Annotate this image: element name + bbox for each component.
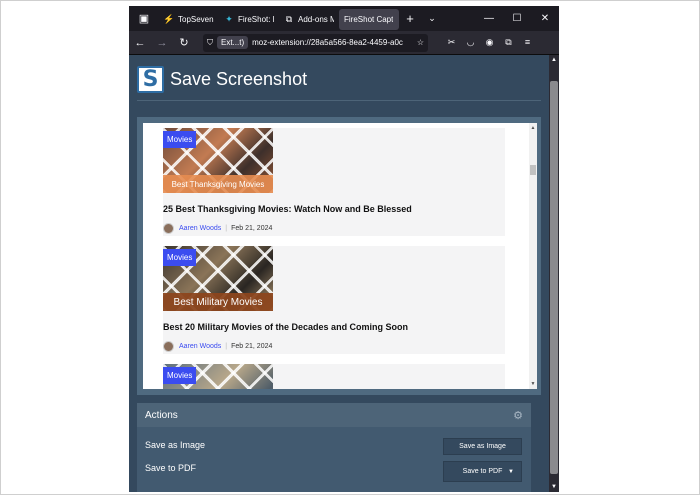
scroll-up-icon[interactable]: ▲ — [549, 57, 559, 63]
dropdown-caret-icon[interactable]: ▼ — [508, 469, 514, 475]
preview-scroll-thumb[interactable] — [530, 165, 536, 175]
tab-addons-manager[interactable]: ⧉ Add-ons M — [279, 9, 339, 30]
article-thumbnail: Movies — [163, 364, 273, 389]
screenshot-preview-panel: Movies Best Thanksgiving Movies 25 Best … — [137, 117, 541, 395]
new-tab-icon[interactable]: + — [399, 11, 421, 26]
toolbar-actions: ✂ ◡ ◉ ⧉ ≡ — [442, 37, 537, 48]
article-headline: Best 20 Military Movies of the Decades a… — [163, 322, 409, 332]
tab-label: FireShot Capt — [344, 15, 394, 24]
article-headline: 25 Best Thanksgiving Movies: Watch Now a… — [163, 204, 412, 214]
tab-fireshot-capture[interactable]: FireShot Capt — [339, 9, 399, 30]
article-date: Feb 21, 2024 — [231, 225, 273, 232]
save-to-pdf-button[interactable]: Save to PDF ▼ — [443, 461, 522, 482]
menu-icon[interactable]: ≡ — [518, 37, 537, 48]
tab-topsevenreviews[interactable]: ⚡ TopSevenRe — [159, 9, 219, 30]
save-to-pdf-label: Save to PDF — [462, 468, 503, 475]
bookmark-star-icon[interactable]: ☆ — [417, 38, 424, 47]
thumbnail-banner: Best Thanksgiving Movies — [163, 175, 273, 193]
browser-window: ▣ ⚡ TopSevenRe ✦ FireShot: Fu ⧉ Add-ons … — [129, 6, 559, 492]
category-badge: Movies — [163, 249, 197, 266]
shield-icon[interactable]: ⛉ — [207, 38, 213, 48]
minimize-icon[interactable]: — — [475, 13, 503, 24]
fireshot-favicon-icon: ✦ — [225, 14, 233, 24]
reload-icon[interactable]: ↻ — [173, 36, 195, 49]
article-card: Movies Best Thanksgiving Movies 25 Best … — [163, 128, 505, 236]
action-label: Save to PDF — [145, 463, 197, 473]
page-scroll-thumb[interactable] — [550, 81, 558, 474]
article-meta: Aaren Woods | Feb 21, 2024 — [163, 223, 272, 234]
article-card: Movies Best Military Movies Best 20 Mili… — [163, 246, 505, 354]
url-text[interactable]: moz-extension://28a5a566-8ea2-4459-a0c — [252, 38, 413, 47]
avatar — [163, 223, 174, 234]
chevron-down-icon[interactable]: ⌄ — [421, 13, 443, 24]
extension-page: S Save Screenshot Movies Best Thanksgivi… — [129, 55, 549, 492]
article-date: Feb 21, 2024 — [231, 343, 273, 350]
author-link: Aaren Woods — [179, 225, 222, 232]
page-scrollbar[interactable]: ▲ ▼ — [549, 55, 559, 492]
screenshot-preview[interactable]: Movies Best Thanksgiving Movies 25 Best … — [143, 123, 529, 389]
preview-scrollbar[interactable]: ▲ ▼ — [529, 123, 537, 389]
account-icon[interactable]: ◉ — [480, 37, 499, 48]
back-arrow-icon[interactable]: ← — [129, 37, 151, 49]
tab-label: Add-ons M — [298, 15, 334, 24]
forward-arrow-icon[interactable]: → — [151, 37, 173, 49]
actions-header: Actions ⚙ — [137, 403, 531, 427]
avatar — [163, 341, 174, 352]
tab-strip: ▣ ⚡ TopSevenRe ✦ FireShot: Fu ⧉ Add-ons … — [129, 6, 559, 31]
window-controls: — ☐ ✕ — [475, 13, 559, 24]
tab-groups-icon[interactable]: ▣ — [129, 6, 159, 31]
fireshot-logo: S — [137, 66, 164, 93]
actions-title: Actions — [145, 409, 178, 421]
author-link: Aaren Woods — [179, 343, 222, 350]
article-thumbnail: Movies Best Military Movies — [163, 246, 273, 311]
tab-label: FireShot: Fu — [238, 15, 274, 24]
extension-identity-badge[interactable]: Ext...t) — [217, 36, 249, 49]
actions-panel: Actions ⚙ Save as Image Save as Image Sa… — [137, 403, 531, 492]
meta-separator: | — [225, 225, 228, 232]
maximize-icon[interactable]: ☐ — [503, 13, 531, 24]
close-icon[interactable]: ✕ — [531, 13, 559, 24]
extensions-icon[interactable]: ⧉ — [499, 37, 518, 48]
page-title: Save Screenshot — [170, 69, 308, 89]
app-header: S Save Screenshot — [137, 63, 541, 101]
scroll-down-icon[interactable]: ▼ — [529, 381, 537, 387]
save-as-image-button[interactable]: Save as Image — [443, 438, 522, 455]
pocket-icon[interactable]: ◡ — [461, 37, 480, 48]
tab-label: TopSevenRe — [178, 15, 214, 24]
topseven-favicon-icon: ⚡ — [163, 14, 175, 24]
tab-fireshot-full[interactable]: ✦ FireShot: Fu — [219, 9, 279, 30]
category-badge: Movies — [163, 367, 197, 384]
action-label: Save as Image — [145, 440, 206, 450]
fireshot-extension-icon[interactable]: ✂ — [442, 37, 461, 48]
article-card: Movies — [163, 364, 505, 389]
puzzle-piece-icon: ⧉ — [285, 14, 293, 24]
scroll-down-icon[interactable]: ▼ — [549, 484, 559, 490]
article-meta: Aaren Woods | Feb 21, 2024 — [163, 341, 272, 352]
address-bar[interactable]: ⛉ Ext...t) moz-extension://28a5a566-8ea2… — [203, 33, 428, 52]
navigation-toolbar: ← → ↻ ⛉ Ext...t) moz-extension://28a5a56… — [129, 31, 559, 55]
logo-letter: S — [142, 66, 159, 92]
article-thumbnail: Movies Best Thanksgiving Movies — [163, 128, 273, 193]
meta-separator: | — [225, 343, 228, 350]
category-badge: Movies — [163, 131, 197, 148]
screenshot-frame: ▣ ⚡ TopSevenRe ✦ FireShot: Fu ⧉ Add-ons … — [0, 0, 700, 495]
scroll-up-icon[interactable]: ▲ — [529, 125, 537, 131]
gear-icon[interactable]: ⚙ — [513, 409, 523, 422]
thumbnail-banner: Best Military Movies — [163, 293, 273, 311]
